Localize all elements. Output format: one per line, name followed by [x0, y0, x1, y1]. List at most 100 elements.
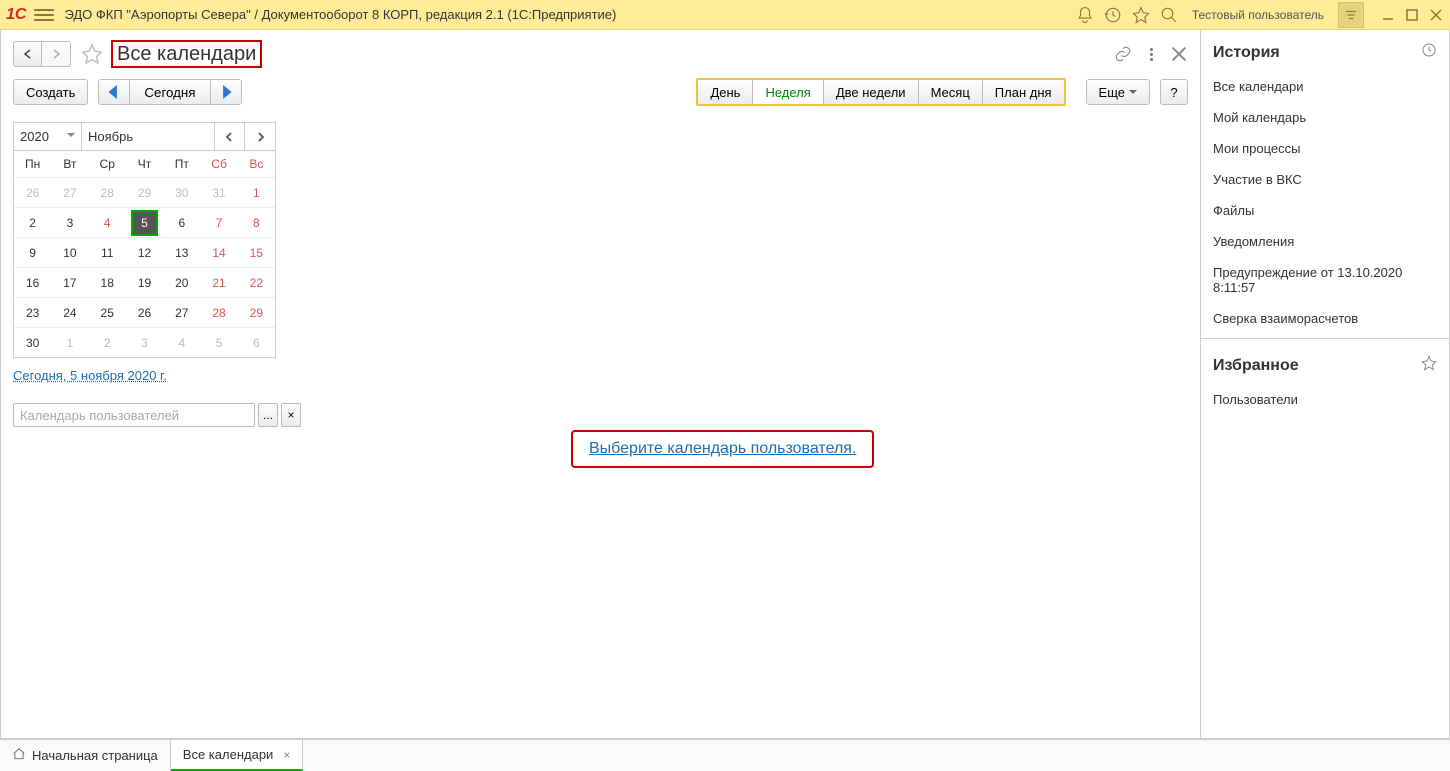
calendar-day[interactable]: 31: [200, 177, 237, 207]
favorite-star-icon[interactable]: [81, 43, 103, 65]
history-item[interactable]: Уведомления: [1201, 226, 1449, 257]
nav-back-button[interactable]: [14, 42, 42, 66]
calendar-day[interactable]: 29: [238, 297, 275, 327]
calendar-day[interactable]: 22: [238, 267, 275, 297]
bell-icon[interactable]: [1076, 6, 1094, 24]
history-title-text: История: [1213, 44, 1280, 62]
current-user[interactable]: Тестовый пользователь: [1192, 8, 1324, 22]
calendar-day[interactable]: 18: [89, 267, 126, 297]
calendar-dow-header: Пт: [163, 151, 200, 177]
calendar-day[interactable]: 24: [51, 297, 88, 327]
history-item[interactable]: Участие в ВКС: [1201, 164, 1449, 195]
calendar-day[interactable]: 2: [89, 327, 126, 357]
calendar-prev-month[interactable]: [215, 123, 245, 150]
calendar-day[interactable]: 10: [51, 237, 88, 267]
create-button[interactable]: Создать: [13, 79, 88, 105]
link-icon[interactable]: [1114, 45, 1132, 63]
calendar-day[interactable]: 4: [163, 327, 200, 357]
calendar-day[interactable]: 23: [14, 297, 51, 327]
kebab-menu-icon[interactable]: [1142, 45, 1160, 63]
minimize-button[interactable]: [1380, 7, 1396, 23]
close-tab-icon[interactable]: [1170, 45, 1188, 63]
history-item[interactable]: Сверка взаиморасчетов: [1201, 303, 1449, 334]
view-day-plan-tab[interactable]: План дня: [983, 80, 1064, 104]
calendar-day[interactable]: 7: [200, 207, 237, 237]
history-item[interactable]: Файлы: [1201, 195, 1449, 226]
calendar-day[interactable]: 25: [89, 297, 126, 327]
calendar-day[interactable]: 26: [126, 297, 163, 327]
main-menu-icon[interactable]: [34, 5, 54, 25]
calendar-day[interactable]: 8: [238, 207, 275, 237]
calendar-day[interactable]: 30: [163, 177, 200, 207]
main-area: Все календари Создать Сегодня День Недел…: [0, 30, 1201, 739]
calendar-day[interactable]: 28: [200, 297, 237, 327]
user-calendar-pick-button[interactable]: ...: [258, 403, 278, 427]
help-button[interactable]: ?: [1160, 79, 1188, 105]
calendar-day[interactable]: 30: [14, 327, 51, 357]
calendar-day[interactable]: 27: [51, 177, 88, 207]
date-nav-group: Сегодня: [98, 79, 241, 105]
calendar-day[interactable]: 1: [51, 327, 88, 357]
today-button[interactable]: Сегодня: [130, 80, 210, 104]
calendar-day[interactable]: 12: [126, 237, 163, 267]
next-period-button[interactable]: [211, 80, 241, 104]
view-two-weeks-tab[interactable]: Две недели: [824, 80, 919, 104]
side-panel: История Все календариМой календарьМои пр…: [1201, 30, 1450, 739]
history-item[interactable]: Мои процессы: [1201, 133, 1449, 164]
calendar-day[interactable]: 21: [200, 267, 237, 297]
history-item[interactable]: Предупреждение от 13.10.2020 8:11:57: [1201, 257, 1449, 303]
favorite-item[interactable]: Пользователи: [1201, 384, 1449, 415]
close-button[interactable]: [1428, 7, 1444, 23]
calendar-day[interactable]: 15: [238, 237, 275, 267]
calendar-day[interactable]: 17: [51, 267, 88, 297]
calendar-day[interactable]: 2: [14, 207, 51, 237]
calendar-day[interactable]: 29: [126, 177, 163, 207]
more-button[interactable]: Еще: [1086, 79, 1150, 105]
tab-home[interactable]: Начальная страница: [0, 740, 171, 771]
tab-close-icon[interactable]: ×: [283, 748, 290, 762]
history-item[interactable]: Мой календарь: [1201, 102, 1449, 133]
calendar-day[interactable]: 28: [89, 177, 126, 207]
view-month-tab[interactable]: Месяц: [919, 80, 983, 104]
today-date-link[interactable]: Сегодня, 5 ноября 2020 г.: [13, 368, 1200, 383]
calendar-day[interactable]: 9: [14, 237, 51, 267]
calendar-dow-header: Вс: [238, 151, 275, 177]
history-clock-icon[interactable]: [1421, 42, 1437, 63]
calendar-day[interactable]: 11: [89, 237, 126, 267]
calendar-day[interactable]: 3: [51, 207, 88, 237]
calendar-day[interactable]: 3: [126, 327, 163, 357]
calendar-day[interactable]: 16: [14, 267, 51, 297]
calendar-day[interactable]: 20: [163, 267, 200, 297]
search-icon[interactable]: [1160, 6, 1178, 24]
calendar-day[interactable]: 19: [126, 267, 163, 297]
bottom-tabs: Начальная страница Все календари ×: [0, 739, 1450, 771]
calendar-day[interactable]: 14: [200, 237, 237, 267]
tab-home-label: Начальная страница: [32, 748, 158, 763]
calendar-day[interactable]: 26: [14, 177, 51, 207]
calendar-year-selector[interactable]: 2020: [14, 123, 82, 150]
view-week-tab[interactable]: Неделя: [753, 80, 823, 104]
calendar-day[interactable]: 5: [200, 327, 237, 357]
tab-all-calendars[interactable]: Все календари ×: [171, 740, 304, 771]
select-user-calendar-link[interactable]: Выберите календарь пользователя.: [589, 440, 856, 457]
maximize-button[interactable]: [1404, 7, 1420, 23]
view-day-tab[interactable]: День: [698, 80, 753, 104]
calendar-day[interactable]: 6: [163, 207, 200, 237]
star-icon[interactable]: [1132, 6, 1150, 24]
calendar-day[interactable]: 27: [163, 297, 200, 327]
nav-forward-button: [42, 42, 70, 66]
calendar-day[interactable]: 6: [238, 327, 275, 357]
user-calendar-input[interactable]: [13, 403, 255, 427]
calendar-day[interactable]: 13: [163, 237, 200, 267]
prev-period-button[interactable]: [99, 80, 130, 104]
panel-toggle-icon[interactable]: [1338, 2, 1364, 28]
calendar-next-month[interactable]: [245, 123, 275, 150]
favorites-star-icon[interactable]: [1421, 355, 1437, 376]
calendar-day[interactable]: 4: [89, 207, 126, 237]
calendar-day[interactable]: 1: [238, 177, 275, 207]
calendar-month-selector[interactable]: Ноябрь: [82, 123, 215, 150]
history-item[interactable]: Все календари: [1201, 71, 1449, 102]
user-calendar-clear-button[interactable]: ×: [281, 403, 301, 427]
calendar-day[interactable]: 5: [126, 207, 163, 237]
history-icon[interactable]: [1104, 6, 1122, 24]
